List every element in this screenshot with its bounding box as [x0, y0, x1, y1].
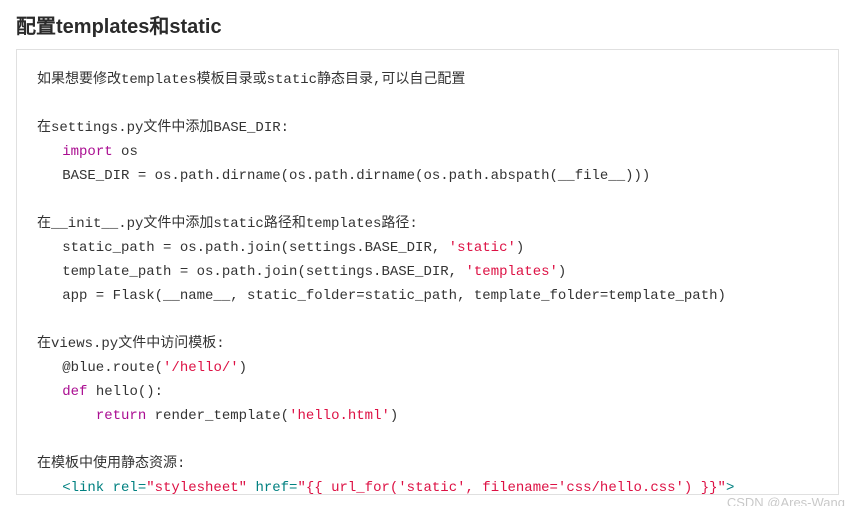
line-templatepath-b: ) [558, 264, 566, 280]
page-title: 配置templates和static [16, 10, 839, 39]
str-stylesheet: "stylesheet" [146, 480, 247, 495]
html-link-c: > [726, 480, 734, 495]
line-route-a: @blue.route( [37, 360, 163, 376]
line-basedir: BASE_DIR = os.path.dirname(os.path.dirna… [37, 168, 650, 184]
line-staticpath-a: static_path = os.path.join(settings.BASE… [37, 240, 449, 256]
str-urlfor: "{{ url_for('static', filename='css/hell… [297, 480, 725, 495]
line-return-b: render_template( [146, 408, 289, 424]
line-views-desc: 在views.py文件中访问模板: [37, 336, 225, 352]
line-templatepath-a: template_path = os.path.join(settings.BA… [37, 264, 465, 280]
code-block: 如果想要修改templates模板目录或static静态目录,可以自己配置 在s… [16, 49, 839, 495]
str-templates: 'templates' [465, 264, 557, 280]
kw-import: import [62, 144, 112, 160]
str-hello-html: 'hello.html' [289, 408, 390, 424]
line-def-a [37, 384, 62, 400]
import-rest: os [113, 144, 138, 160]
line-app-flask: app = Flask(__name__, static_folder=stat… [37, 288, 726, 304]
line-route-b: ) [239, 360, 247, 376]
line-def-b: hello(): [87, 384, 163, 400]
line-return-a [37, 408, 96, 424]
watermark: CSDN @Ares-Wang [727, 495, 845, 506]
line-init-desc: 在__init__.py文件中添加static路径和templates路径: [37, 216, 418, 232]
html-link-b: href= [247, 480, 297, 495]
html-link-a: <link rel= [37, 480, 146, 495]
str-hello-route: '/hello/' [163, 360, 239, 376]
str-static: 'static' [449, 240, 516, 256]
kw-def: def [62, 384, 87, 400]
line-intro: 如果想要修改templates模板目录或static静态目录,可以自己配置 [37, 72, 465, 88]
line-template-static-desc: 在模板中使用静态资源: [37, 456, 185, 472]
kw-return: return [96, 408, 146, 424]
line-settings-desc: 在settings.py文件中添加BASE_DIR: [37, 120, 289, 136]
line-return-c: ) [390, 408, 398, 424]
line-staticpath-b: ) [516, 240, 524, 256]
